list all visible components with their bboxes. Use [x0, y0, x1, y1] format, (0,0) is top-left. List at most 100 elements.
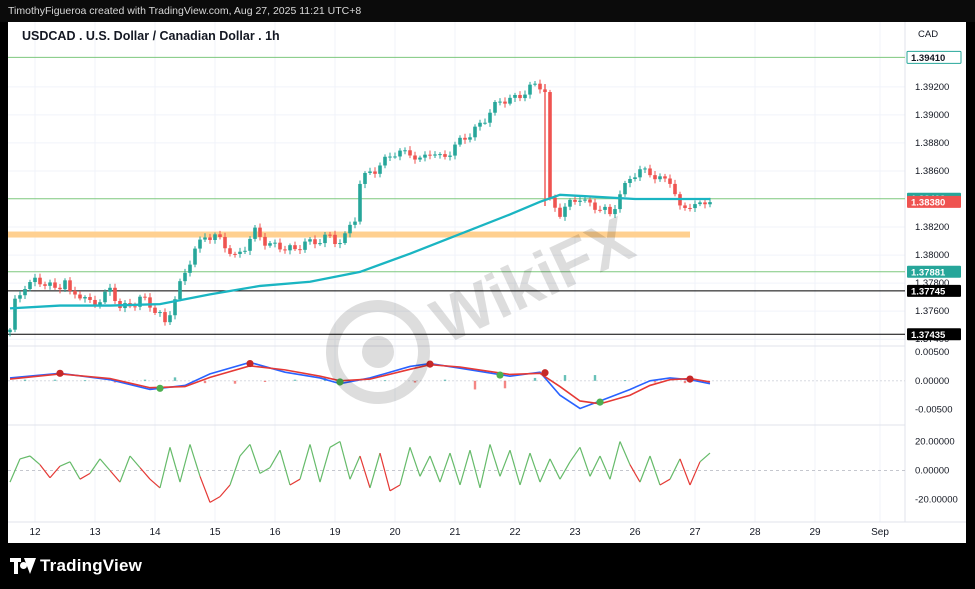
candle-body — [398, 150, 402, 157]
candle-body — [403, 150, 407, 152]
time-tick-label: 22 — [509, 527, 521, 538]
macd-line — [9, 361, 711, 410]
candle-body — [698, 202, 702, 205]
tradingview-brand: TradingView — [40, 556, 143, 575]
macd-histogram-bar — [533, 377, 537, 381]
chart-svg[interactable]: 1.39200 1.39000 1.38800 1.38600 1.38200 1.380… — [8, 22, 966, 543]
candle-body — [243, 250, 247, 252]
candle-body — [473, 126, 477, 138]
currency-label: CAD — [918, 29, 938, 40]
candle-body — [193, 248, 197, 265]
candle-body — [563, 206, 567, 217]
candle-body — [298, 249, 302, 251]
oscillator-segment — [399, 447, 411, 486]
candle-body — [623, 182, 627, 195]
candle-body — [618, 194, 622, 210]
price-tick-label: 1.37600 — [915, 306, 949, 317]
candle-body — [308, 239, 312, 242]
oscillator-segment — [219, 484, 231, 497]
price-label-text: 1.37745 — [911, 286, 946, 297]
candle-body — [668, 178, 672, 184]
macd-cross-marker — [496, 371, 504, 379]
oscillator-segment — [189, 444, 201, 477]
chart-frame[interactable]: 1.39200 1.39000 1.38800 1.38600 1.38200 1.380… — [8, 22, 966, 543]
oscillator-segment — [529, 452, 541, 483]
candle-body — [283, 249, 287, 251]
candle-body — [643, 168, 647, 170]
macd-histogram-bar — [443, 379, 447, 381]
candle-body — [518, 94, 522, 99]
candle-body — [158, 312, 162, 314]
candle-body — [258, 227, 262, 237]
oscillator-segment — [19, 455, 31, 460]
candle-body — [573, 199, 577, 202]
oscillator-segment — [379, 452, 391, 491]
candle-body — [183, 272, 187, 282]
candle-body — [68, 280, 72, 291]
candle-body — [378, 165, 382, 174]
candle-body — [168, 315, 172, 323]
candle-body — [548, 92, 552, 198]
candle-body — [48, 282, 52, 286]
candle-body — [288, 245, 292, 251]
candle-body — [658, 176, 662, 180]
price-label-text: 1.37881 — [911, 267, 946, 278]
price-tick-label: 1.39200 — [915, 82, 949, 93]
oscillator-segment — [589, 455, 601, 477]
candle-body — [13, 298, 17, 330]
oscillator-segment — [109, 470, 121, 483]
macd-cross-marker — [156, 384, 164, 392]
candle-body — [143, 296, 147, 298]
candle-body — [153, 307, 157, 313]
macd-histogram-bar — [53, 379, 57, 381]
footer: TradingView — [0, 543, 975, 589]
candle-body — [88, 297, 92, 300]
time-tick-label: Sep — [871, 527, 889, 538]
candle-body — [538, 83, 542, 90]
oscillator-segment — [409, 447, 421, 477]
oscillator-segment — [199, 476, 211, 503]
candle-body — [328, 234, 332, 236]
macd-pane — [8, 359, 905, 410]
candle-body — [683, 205, 687, 208]
candle-body — [203, 237, 207, 240]
candle-body — [268, 243, 272, 246]
candle-body — [43, 284, 47, 286]
price-tick-label: 1.38200 — [915, 222, 949, 233]
macd-cross-marker — [56, 369, 64, 377]
candle-body — [313, 239, 317, 245]
time-tick-label: 19 — [329, 527, 341, 538]
oscillator-segment — [499, 449, 511, 477]
price-label-text: 1.39410 — [911, 53, 945, 64]
candle-body — [223, 236, 227, 249]
macd-histogram-bar — [143, 379, 147, 381]
candle-body — [248, 238, 252, 251]
candle-body — [208, 237, 212, 241]
candle-body — [513, 94, 517, 98]
price-tick-label: 1.38800 — [915, 138, 949, 149]
time-tick-label: 15 — [209, 527, 221, 538]
macd-histogram-bar — [473, 380, 477, 390]
candle-body — [28, 282, 32, 290]
candle-body — [533, 83, 537, 85]
oscillator-segment — [489, 444, 501, 477]
candle-body — [233, 253, 237, 255]
macd-histogram-bar — [623, 380, 627, 382]
macd-histogram-bar — [683, 380, 687, 384]
tradingview-logo[interactable]: TradingView — [10, 556, 142, 576]
oscillator-segment — [9, 458, 21, 483]
candle-body — [263, 236, 267, 246]
candle-body — [278, 242, 282, 250]
candle-body — [523, 94, 527, 99]
macd-histogram-bar — [233, 380, 237, 384]
oscillator-segment — [139, 467, 151, 480]
candle-body — [133, 306, 137, 308]
oscillator-segment — [159, 447, 171, 489]
candle-body — [293, 245, 297, 250]
candle-body — [568, 199, 572, 207]
candle-body — [558, 207, 562, 217]
candle-body — [428, 154, 432, 156]
candle-body — [638, 169, 642, 178]
candle-body — [493, 101, 497, 113]
candle-body — [663, 176, 667, 179]
